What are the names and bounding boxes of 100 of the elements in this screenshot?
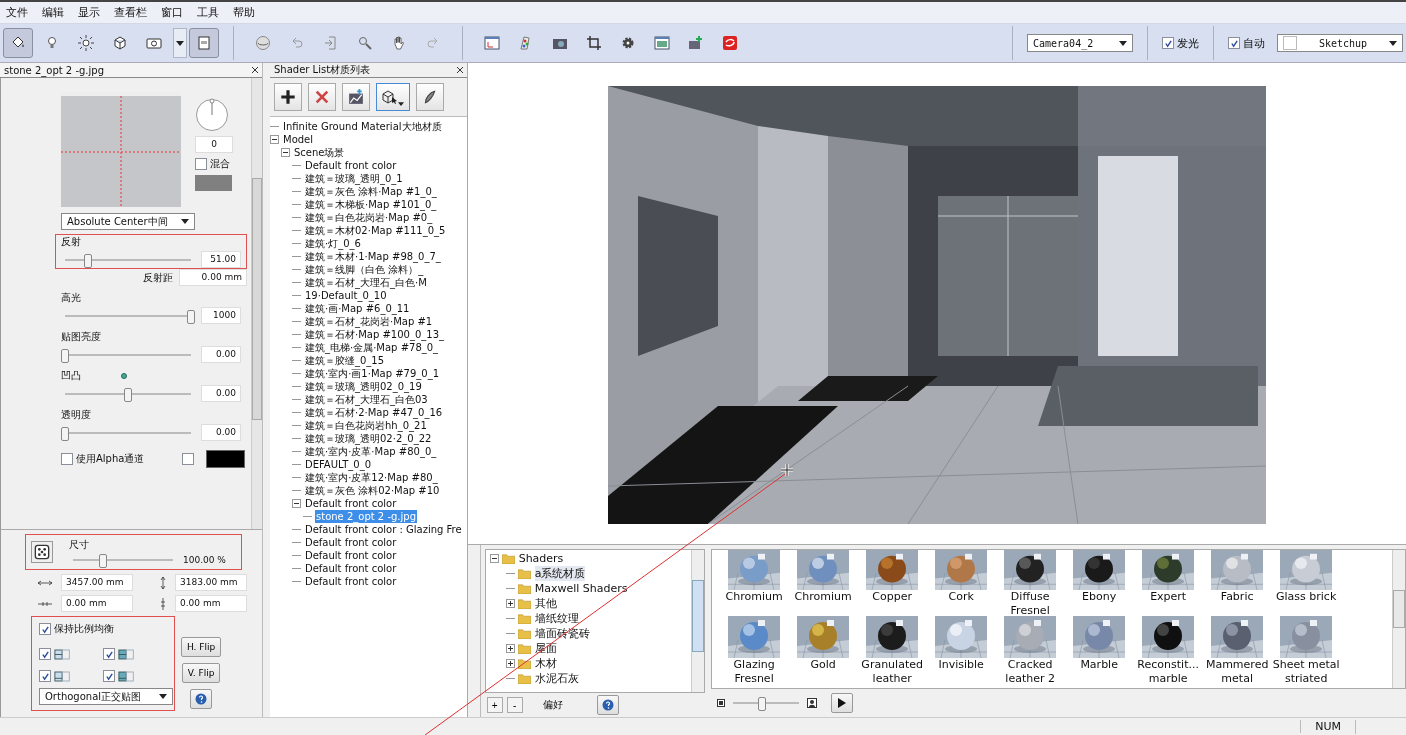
tree-item[interactable]: 建筑＝线脚（白色 涂料）_	[304, 263, 425, 276]
select-button[interactable]	[376, 83, 410, 111]
checkbox[interactable]	[39, 670, 51, 682]
checkbox[interactable]	[39, 648, 51, 660]
tree-item[interactable]: 建筑＝石材·2·Map #47_0_16	[304, 406, 444, 419]
material-name[interactable]: Marble	[1065, 658, 1134, 672]
checkbox[interactable]	[195, 158, 207, 170]
tree-item[interactable]: 建筑_电梯·金属·Map #78_0_	[304, 341, 440, 354]
dropdown-button[interactable]	[173, 28, 187, 58]
checkbox[interactable]	[103, 648, 115, 660]
rotation-dial[interactable]	[195, 98, 229, 132]
tree-item[interactable]: 建筑＝木材·1·Map #98_0_7_	[304, 250, 442, 263]
slider-thumb[interactable]	[124, 387, 132, 402]
slider-thumb[interactable]	[61, 426, 69, 441]
tree-item[interactable]: 水泥石灰	[534, 671, 579, 686]
menu-item[interactable]: 工具	[197, 5, 219, 20]
checkbox[interactable]	[103, 670, 115, 682]
color-swatch[interactable]	[195, 175, 232, 191]
scrollbar[interactable]	[251, 78, 262, 529]
tree-item[interactable]: 建筑·灯_0_6	[304, 237, 362, 250]
material-name[interactable]: Granulated leather	[858, 658, 927, 686]
checkbox[interactable]	[1228, 37, 1240, 49]
menu-item[interactable]: 文件	[6, 5, 28, 20]
remove-button[interactable]: -	[506, 697, 523, 713]
scrollbar[interactable]	[1392, 550, 1405, 688]
tree-item[interactable]: a系统材质	[534, 566, 586, 581]
tree-item[interactable]: DEFAULT_0_0	[304, 458, 373, 471]
expand-toggle[interactable]	[505, 599, 515, 608]
tree-item[interactable]: 建筑＝白色花岗岩·Map #0_	[304, 211, 434, 224]
import-button[interactable]	[342, 83, 370, 111]
tree-item[interactable]: 建筑·室内·皮革12·Map #80_	[304, 471, 439, 484]
checkbox[interactable]	[1162, 37, 1174, 49]
tree-item[interactable]: 建筑＝木梯板·Map #101_0_	[304, 198, 438, 211]
tree-item[interactable]: Shaders	[518, 551, 564, 566]
help-button[interactable]	[190, 689, 213, 709]
tree-item[interactable]: 建筑＝石材·Map #100_0_13_	[304, 328, 445, 341]
material-name[interactable]: Invisible	[927, 658, 996, 672]
tree-item[interactable]: Default front color	[304, 536, 398, 549]
material-name[interactable]: Chromium	[720, 590, 789, 604]
renderer-dropdown[interactable]: Sketchup	[1277, 34, 1403, 52]
tree-item[interactable]: Maxwell Shaders	[534, 581, 628, 596]
menu-item[interactable]: 帮助	[233, 5, 255, 20]
mapping-dropdown[interactable]: Orthogonal正交贴图	[39, 688, 173, 705]
tree-item[interactable]: 建筑＝石材_花岗岩·Map #1	[304, 315, 434, 328]
h-flip-button[interactable]: H. Flip	[181, 637, 222, 657]
tree-item[interactable]: Default front color : Glazing Fre	[304, 523, 463, 536]
rotation-field[interactable]: 0	[195, 136, 233, 153]
projection-dropdown[interactable]: Absolute Center中间	[61, 213, 195, 230]
material-name[interactable]: Cracked leather 2	[996, 658, 1065, 686]
slider-thumb[interactable]	[187, 309, 195, 324]
collapse-toggle[interactable]	[281, 148, 290, 157]
tree-item[interactable]: 建筑＝石材_大理石_白色·M	[304, 276, 428, 289]
close-icon[interactable]	[456, 67, 463, 73]
tree-item[interactable]: Default front color	[304, 549, 398, 562]
tree-item[interactable]: 屋面	[534, 641, 557, 656]
expand-toggle[interactable]	[505, 659, 515, 668]
color-swatch[interactable]	[206, 450, 245, 468]
tree-item[interactable]: Default front color	[304, 575, 398, 588]
value-field[interactable]: 51.00	[201, 251, 241, 268]
material-name[interactable]: Mammered metal	[1203, 658, 1272, 686]
tree-item[interactable]: Default front color	[304, 159, 398, 172]
camera-dropdown[interactable]: Camera04_2	[1027, 34, 1133, 52]
material-name[interactable]: Ebony	[1065, 590, 1134, 604]
scrollbar[interactable]	[690, 550, 704, 692]
tree-item[interactable]: 19·Default_0_10	[304, 289, 388, 302]
offset-x-field[interactable]: 0.00 mm	[61, 595, 133, 612]
tree-item[interactable]: 建筑＝木材02·Map #111_0_5	[304, 224, 447, 237]
slider-thumb[interactable]	[61, 348, 69, 363]
collapse-toggle[interactable]	[270, 135, 279, 144]
tree-item[interactable]: 建筑＝胶缝_0_15	[304, 354, 386, 367]
checkbox[interactable]	[182, 453, 194, 465]
tree-item[interactable]: Default front color	[304, 497, 398, 510]
tree-item[interactable]: 建筑＝灰色 涂料·Map #1_0_	[304, 185, 438, 198]
width-field[interactable]: 3457.00 mm	[61, 574, 133, 591]
material-name[interactable]: Fabric	[1203, 590, 1272, 604]
tree-item[interactable]: Default front color	[304, 562, 398, 575]
collapse-toggle[interactable]	[489, 554, 499, 563]
scale-button[interactable]	[31, 541, 53, 563]
value-field[interactable]: 0.00	[201, 385, 241, 402]
tree-item[interactable]: 建筑·室内·皮革·Map #80_0_	[304, 445, 438, 458]
slider-thumb[interactable]	[99, 554, 107, 568]
play-button[interactable]	[830, 693, 853, 713]
tree-item[interactable]: 墙纸纹理	[534, 611, 579, 626]
value-field[interactable]: 0.00	[201, 424, 241, 441]
slider-thumb[interactable]	[83, 253, 92, 268]
offset-y-field[interactable]: 0.00 mm	[175, 595, 247, 612]
close-icon[interactable]	[252, 67, 258, 73]
tree-item[interactable]: Infinite Ground Material大地材质	[282, 120, 443, 133]
tree-item[interactable]: 建筑＝玻璃_透明_0_1	[304, 172, 404, 185]
delete-button[interactable]	[308, 83, 336, 111]
material-name[interactable]: Cork	[927, 590, 996, 604]
material-name[interactable]: Glass brick	[1272, 590, 1341, 604]
value-field[interactable]: 1000	[201, 307, 241, 324]
menu-item[interactable]: 编辑	[42, 5, 64, 20]
height-field[interactable]: 3183.00 mm	[175, 574, 247, 591]
material-name[interactable]: Sheet metal striated	[1272, 658, 1341, 686]
tree-item[interactable]: 建筑＝白色花岗岩hh_0_21	[304, 419, 428, 432]
material-name[interactable]: Glazing Fresnel	[720, 658, 789, 686]
tree-item[interactable]: 建筑·画·Map #6_0_11	[304, 302, 411, 315]
tree-item[interactable]: 木材	[534, 656, 557, 671]
